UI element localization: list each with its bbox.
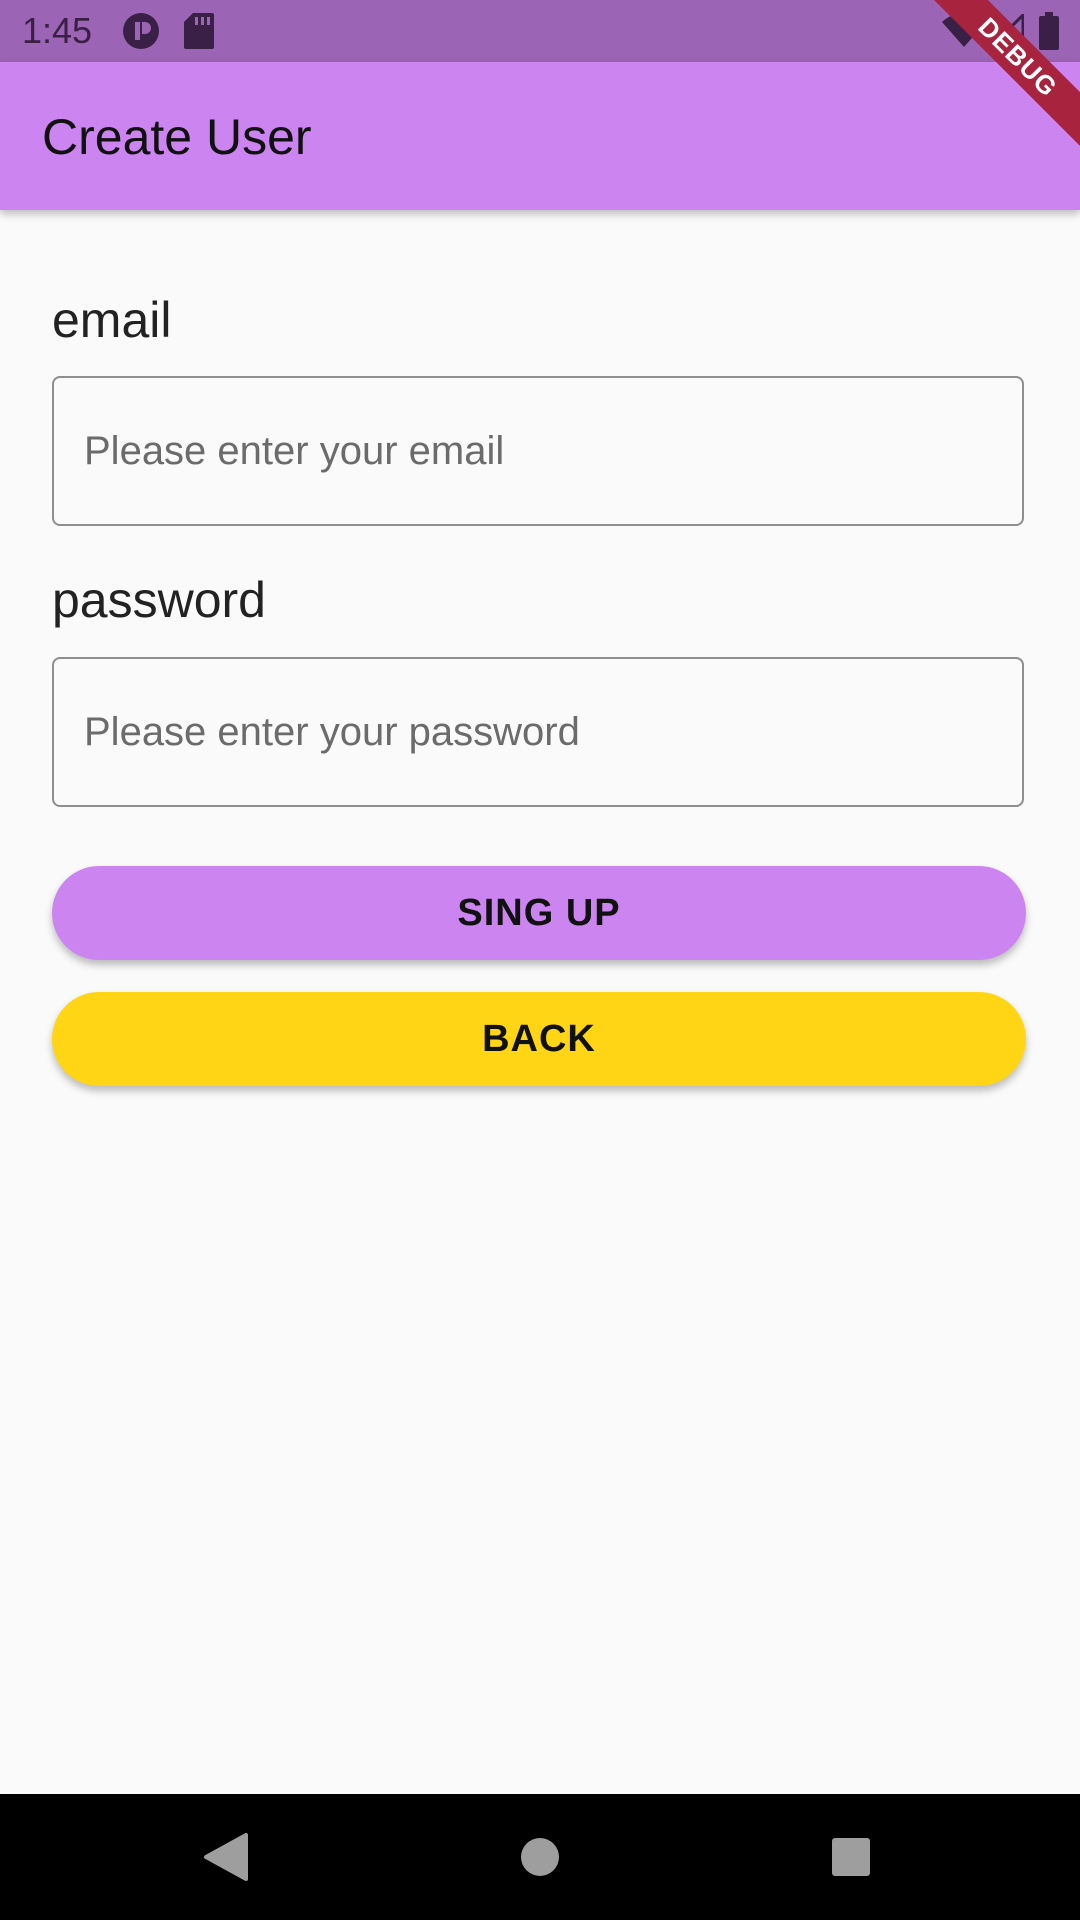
signal-icon xyxy=(987,11,1025,53)
back-triangle-icon xyxy=(204,1833,248,1881)
nav-home-button[interactable] xyxy=(505,1822,575,1892)
status-bar: 1:45 xyxy=(0,0,1080,62)
wifi-icon xyxy=(942,13,986,53)
password-field[interactable] xyxy=(52,657,1024,807)
create-user-screen: 1:45 DEBUG Create User email Please ente… xyxy=(0,0,1080,1920)
app-notification-icon xyxy=(122,12,160,55)
app-bar: Create User xyxy=(0,62,1080,210)
status-time: 1:45 xyxy=(22,10,93,51)
battery-icon xyxy=(1038,12,1060,55)
email-label: email xyxy=(52,292,172,348)
home-circle-icon xyxy=(521,1838,559,1876)
system-nav-bar xyxy=(0,1794,1080,1920)
recents-square-icon xyxy=(832,1838,870,1876)
nav-recents-button[interactable] xyxy=(816,1822,886,1892)
email-field[interactable] xyxy=(52,376,1024,526)
sign-up-button[interactable]: SING UP xyxy=(52,866,1026,960)
back-button[interactable]: BACK xyxy=(52,992,1026,1086)
password-label: password xyxy=(52,572,266,628)
sd-card-icon xyxy=(184,12,214,55)
page-title: Create User xyxy=(42,109,312,165)
nav-back-button[interactable] xyxy=(190,1822,260,1892)
